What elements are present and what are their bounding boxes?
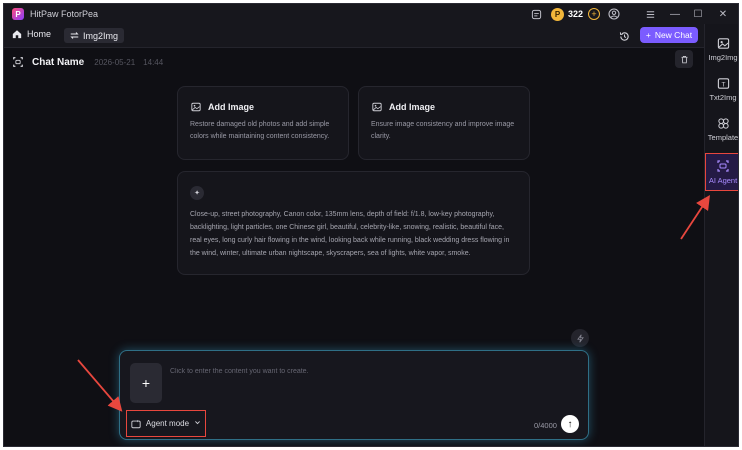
swap-icon (70, 32, 79, 39)
home-icon (12, 30, 22, 39)
sparkle-icon: ✦ (190, 186, 204, 200)
chat-time: 14:44 (143, 57, 164, 67)
trash-icon (681, 55, 687, 63)
agent-mode-dropdown[interactable]: Agent mode (126, 410, 206, 437)
card-description: Restore damaged old photos and add simpl… (190, 121, 330, 140)
card-title: Add Image (371, 101, 435, 112)
right-sidebar: Img2Img T Txt2Img Template AI Agent (704, 24, 739, 446)
plus-icon: + (645, 30, 651, 40)
template-icon (716, 116, 730, 130)
history-icon[interactable] (618, 30, 630, 42)
new-chat-label: New Chat (654, 30, 693, 40)
add-credits-button[interactable]: + (588, 8, 600, 20)
title-bar: P HitPaw FotorPea P 322 + — ☐ ✕ (4, 4, 738, 24)
prompt-example-text: Close-up, street photography, Canon colo… (190, 211, 510, 257)
svg-text:T: T (721, 81, 725, 88)
sidebar-item-template[interactable]: Template (705, 110, 739, 148)
character-count: 0/4000 (534, 421, 557, 430)
app-window: P HitPaw FotorPea P 322 + — ☐ ✕ Home Img… (3, 3, 739, 447)
sidebar-item-label: AI Agent (708, 176, 738, 185)
agent-mode-label: Agent mode (145, 419, 190, 428)
send-button[interactable]: ↑ (561, 415, 579, 433)
app-logo-icon: P (12, 8, 24, 20)
sidebar-item-label: Txt2Img (709, 93, 737, 102)
add-image-card-restore[interactable]: Add Image Restore damaged old photos and… (177, 86, 349, 160)
image-icon (716, 36, 730, 50)
new-chat-button[interactable]: + New Chat (640, 27, 698, 43)
tab-home-label: Home (27, 29, 52, 39)
card-title-text: Add Image (389, 101, 436, 112)
add-image-icon (190, 101, 201, 112)
agent-icon (716, 159, 730, 173)
tab-img2img-label: Img2Img (83, 30, 119, 41)
upload-image-button[interactable]: + (130, 363, 162, 403)
sidebar-item-txt2img[interactable]: T Txt2Img (705, 70, 738, 108)
prompt-composer: + Agent mode 0/4000 ↑ (119, 350, 589, 440)
message-icon[interactable] (530, 8, 542, 20)
maximize-button[interactable]: ☐ (692, 8, 704, 20)
card-title-text: Add Image (208, 101, 255, 112)
chat-header: Chat Name 2026-05-21 14:44 (12, 53, 163, 71)
sidebar-item-label: Template (707, 133, 739, 142)
card-title: Add Image (190, 101, 254, 112)
add-image-icon (371, 101, 382, 112)
sidebar-item-label: Img2Img (708, 53, 738, 62)
delete-chat-button[interactable] (675, 50, 693, 68)
text-image-icon: T (716, 76, 730, 90)
close-button[interactable]: ✕ (717, 8, 729, 20)
arrow-to-agent-mode (77, 359, 123, 412)
card-description: Ensure image consistency and improve ima… (371, 121, 515, 140)
tab-home[interactable]: Home (12, 29, 51, 39)
credits-balance[interactable]: P 322 (551, 7, 583, 21)
credit-count: 322 (568, 9, 584, 19)
add-image-card-clarity[interactable]: Add Image Ensure image consistency and i… (358, 86, 530, 160)
chat-frame-icon (12, 56, 24, 68)
menu-icon[interactable] (644, 8, 656, 20)
minimize-button[interactable]: — (669, 8, 681, 20)
prompt-example-card[interactable]: ✦ Close-up, street photography, Canon co… (177, 171, 530, 275)
sidebar-item-ai-agent[interactable]: AI Agent (705, 153, 738, 191)
tab-img2img[interactable]: Img2Img (64, 28, 125, 43)
coin-icon: P (551, 7, 564, 21)
user-account-icon[interactable] (608, 8, 620, 20)
agent-mode-icon (131, 419, 141, 429)
chevron-down-icon (194, 419, 201, 428)
tab-bar: Home Img2Img + New Chat (4, 24, 704, 48)
bolt-icon[interactable] (571, 329, 589, 347)
chat-name[interactable]: Chat Name (32, 57, 84, 68)
chat-date: 2026-05-21 (94, 57, 136, 67)
sidebar-item-img2img[interactable]: Img2Img (705, 30, 738, 68)
prompt-input[interactable] (170, 363, 570, 379)
app-title: HitPaw FotorPea (30, 9, 99, 19)
